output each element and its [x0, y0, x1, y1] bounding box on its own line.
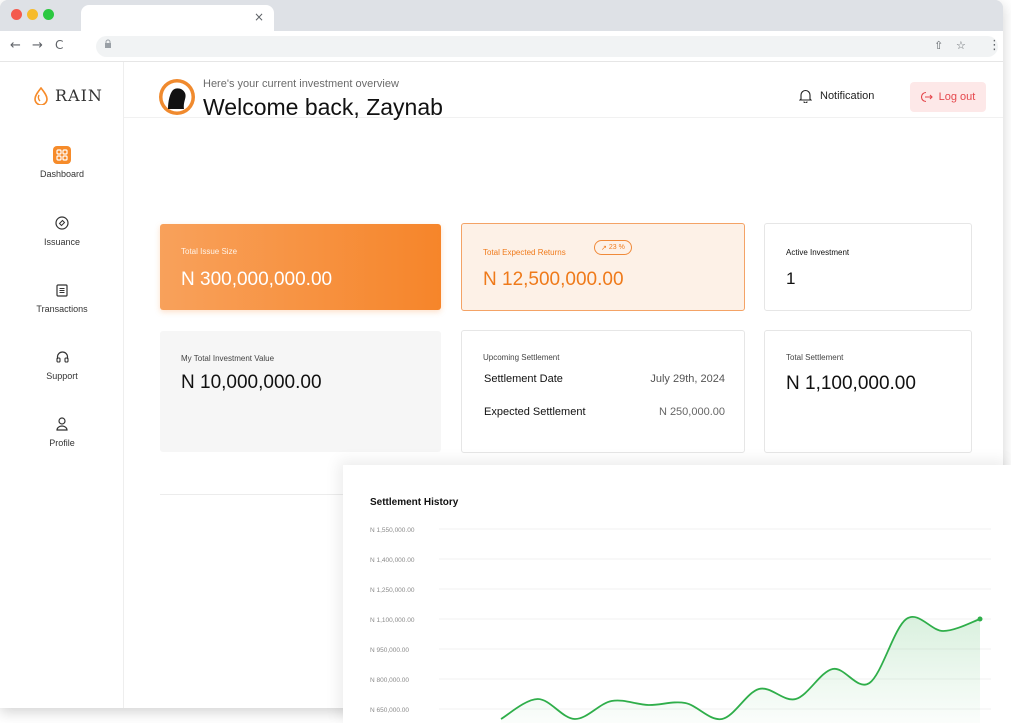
y-tick-label: N 1,100,000.00	[370, 617, 415, 624]
y-tick-label: N 800,000.00	[370, 677, 409, 684]
lock-icon	[104, 39, 112, 52]
section-divider	[160, 494, 343, 495]
browser-menu-icon[interactable]: ⋮	[988, 38, 1001, 53]
card-label: Active Investment	[786, 248, 850, 257]
card-label: Total Settlement	[786, 353, 844, 362]
card-label: Total Expected Returns	[483, 248, 566, 257]
address-bar: ← → C ⇧ ☆ ⋮	[0, 31, 1003, 62]
y-tick-label: N 1,550,000.00	[370, 527, 415, 534]
brand-logo[interactable]: RAIN	[33, 86, 103, 105]
expected-settlement-label: Expected Settlement	[484, 406, 586, 418]
expected-returns-card: Total Expected Returns ↗ 23 % N 12,500,0…	[461, 223, 745, 311]
logout-icon	[920, 91, 933, 103]
sidebar-item-label: Support	[46, 371, 78, 381]
total-settlement-card: Total Settlement N 1,100,000.00	[764, 330, 972, 453]
sidebar-item-label: Profile	[49, 438, 75, 448]
notification-label: Notification	[820, 90, 875, 102]
data-point[interactable]	[977, 616, 983, 622]
user-icon	[53, 415, 71, 433]
sidebar-item-label: Dashboard	[39, 169, 85, 179]
total-investment-value-card: My Total Investment Value N 10,000,000.0…	[160, 331, 441, 452]
y-tick-label: N 1,250,000.00	[370, 587, 415, 594]
settlement-history-panel: Settlement History N 1,550,000.00 N 1,400…	[343, 465, 1011, 723]
grid-icon	[53, 146, 71, 164]
trend-up-icon: ↗	[601, 244, 607, 252]
y-tick-label: N 950,000.00	[370, 647, 409, 654]
bookmark-star-icon[interactable]: ☆	[956, 39, 966, 52]
page-title: Welcome back, Zaynab	[203, 94, 443, 120]
share-icon[interactable]: ⇧	[934, 39, 943, 52]
upcoming-settlement-card: Upcoming Settlement Settlement Date July…	[461, 330, 745, 453]
document-icon	[53, 281, 71, 299]
logout-label: Log out	[938, 91, 976, 103]
y-tick-label: N 1,400,000.00	[370, 557, 415, 564]
card-value: N 300,000,000.00	[181, 269, 333, 290]
card-label: Upcoming Settlement	[483, 353, 560, 362]
settlement-date-value: July 29th, 2024	[650, 373, 725, 385]
sidebar: RAIN Dashboard Issuance Transactions Sup…	[0, 62, 124, 708]
badge-value: 23 %	[608, 244, 625, 251]
card-label: Total Issue Size	[181, 247, 238, 256]
close-window-button[interactable]	[11, 9, 22, 20]
brand-name: RAIN	[55, 86, 103, 105]
percent-badge: ↗ 23 %	[594, 240, 632, 255]
page-subtitle: Here's your current investment overview	[203, 78, 399, 90]
forward-icon[interactable]: →	[32, 38, 43, 53]
card-value: 1	[786, 269, 796, 288]
card-value: N 10,000,000.00	[181, 372, 322, 393]
maximize-window-button[interactable]	[43, 9, 54, 20]
sidebar-item-transactions[interactable]: Transactions	[0, 281, 124, 314]
url-field[interactable]: ⇧ ☆	[96, 36, 998, 57]
card-label: My Total Investment Value	[181, 354, 275, 363]
card-value: N 12,500,000.00	[483, 269, 624, 290]
sidebar-item-dashboard[interactable]: Dashboard	[0, 146, 124, 179]
total-issue-card: Total Issue Size N 300,000,000.00	[160, 224, 441, 310]
close-tab-icon[interactable]: ×	[254, 10, 264, 24]
series-area	[501, 616, 980, 723]
back-icon[interactable]: ←	[10, 38, 21, 53]
headphones-icon	[53, 348, 71, 366]
reload-icon[interactable]: C	[55, 38, 63, 52]
notification-button[interactable]: Notification	[799, 89, 874, 103]
card-value: N 1,100,000.00	[786, 373, 916, 394]
sidebar-item-issuance[interactable]: Issuance	[0, 214, 124, 247]
sidebar-item-support[interactable]: Support	[0, 348, 124, 381]
settlement-date-label: Settlement Date	[484, 373, 563, 385]
y-tick-label: N 650,000.00	[370, 707, 409, 714]
browser-tab-bar: ×	[0, 0, 1003, 31]
rain-drop-icon	[34, 86, 48, 105]
expected-settlement-value: N 250,000.00	[658, 406, 725, 418]
active-investment-card: Active Investment 1	[764, 223, 972, 311]
tag-icon	[53, 214, 71, 232]
settlement-history-chart: N 1,550,000.00 N 1,400,000.00 N 1,250,000.…	[370, 527, 991, 723]
sidebar-item-label: Transactions	[36, 304, 88, 314]
sidebar-item-profile[interactable]: Profile	[0, 415, 124, 448]
minimize-window-button[interactable]	[27, 9, 38, 20]
logout-button[interactable]: Log out	[910, 82, 986, 112]
avatar[interactable]	[159, 79, 195, 115]
bell-icon	[799, 89, 812, 103]
sidebar-item-label: Issuance	[43, 237, 81, 247]
browser-tab[interactable]: ×	[81, 5, 274, 31]
